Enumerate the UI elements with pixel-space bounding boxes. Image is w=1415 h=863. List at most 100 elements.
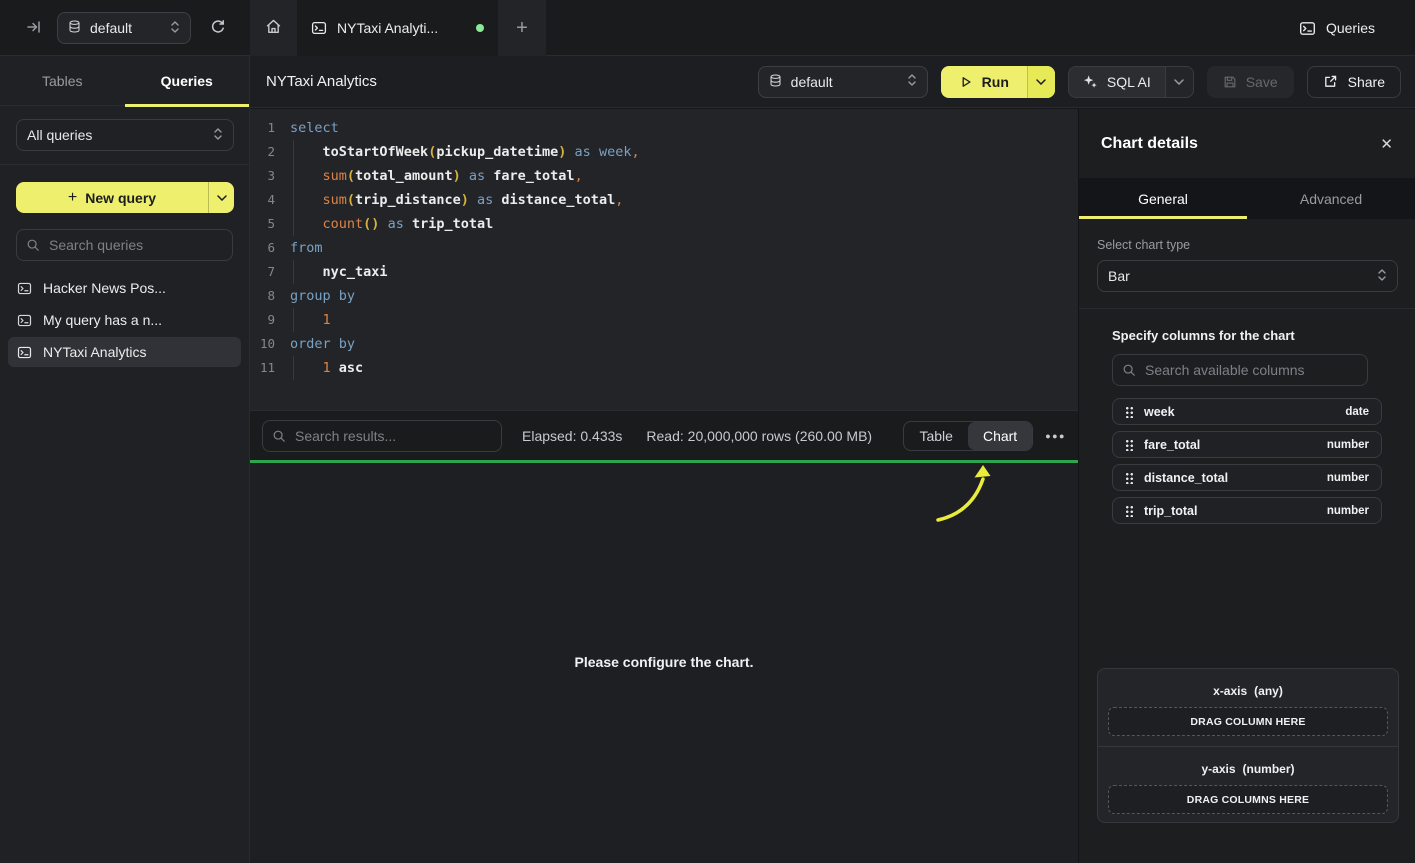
code-line: 4 sum(trip_distance) as distance_total,	[250, 188, 1078, 212]
sidebar-tab-tables[interactable]: Tables	[0, 56, 125, 105]
sql-ai-button[interactable]: SQL AI	[1068, 66, 1194, 98]
home-icon	[265, 18, 282, 38]
database-icon	[68, 20, 81, 36]
code-line: 1select	[250, 116, 1078, 140]
topbar-database-selector[interactable]: default	[57, 12, 191, 44]
sidebar: Tables Queries All queries + New query	[0, 56, 250, 863]
x-axis-constraint: (any)	[1254, 684, 1283, 698]
home-button[interactable]	[250, 0, 297, 56]
code-line: 7 nyc_taxi	[250, 260, 1078, 284]
panel-header: Chart details ✕	[1079, 109, 1415, 178]
column-row-trip-total[interactable]: trip_total number	[1112, 497, 1382, 524]
sql-editor[interactable]: 1select2 toStartOfWeek(pickup_datetime) …	[250, 109, 1078, 410]
new-query-label: New query	[85, 190, 156, 206]
search-queries-input[interactable]	[16, 229, 233, 261]
line-number: 9	[250, 308, 284, 332]
y-axis-drop-hint: DRAG COLUMNS HERE	[1187, 794, 1309, 806]
results-search	[262, 420, 502, 452]
share-icon	[1323, 74, 1338, 89]
y-axis-title: y-axis(number)	[1108, 757, 1388, 776]
column-row-distance-total[interactable]: distance_total number	[1112, 464, 1382, 491]
sidebar-tabs: Tables Queries	[0, 56, 249, 106]
results-more-button[interactable]: ●●●	[1045, 431, 1066, 441]
close-icon[interactable]: ✕	[1380, 135, 1393, 153]
tab-strip: NYTaxi Analyti... +	[250, 0, 546, 56]
line-number: 8	[250, 284, 284, 308]
refresh-icon	[210, 19, 226, 38]
column-name: fare_total	[1144, 438, 1200, 452]
share-label: Share	[1348, 74, 1385, 90]
column-row-week[interactable]: week date	[1112, 398, 1382, 425]
run-button[interactable]: Run	[941, 66, 1055, 98]
chart-type-label: Select chart type	[1097, 238, 1397, 252]
line-number: 3	[250, 164, 284, 188]
run-label: Run	[982, 74, 1009, 90]
drag-handle-icon[interactable]	[1125, 439, 1133, 451]
drag-handle-icon[interactable]	[1125, 472, 1133, 484]
sidebar-tab-queries-label: Queries	[161, 73, 213, 89]
chart-view-tab[interactable]: Chart	[968, 422, 1032, 450]
new-tab-button[interactable]: +	[498, 0, 546, 56]
collapse-sidebar-button[interactable]	[18, 12, 50, 44]
new-query-dropdown-button[interactable]	[208, 182, 234, 213]
terminal-icon	[17, 345, 32, 360]
column-name: distance_total	[1144, 471, 1228, 485]
column-name: trip_total	[1144, 504, 1197, 518]
line-number: 4	[250, 188, 284, 212]
tab-advanced-label: Advanced	[1300, 191, 1362, 207]
code-line: 6from	[250, 236, 1078, 260]
tab-general[interactable]: General	[1079, 178, 1247, 219]
x-axis-dropzone[interactable]: DRAG COLUMN HERE	[1108, 707, 1388, 736]
code-line: 10order by	[250, 332, 1078, 356]
y-axis-label: y-axis	[1201, 762, 1235, 776]
column-type: number	[1327, 505, 1369, 517]
queries-shortcut-button[interactable]: Queries	[1299, 0, 1375, 56]
sidebar-tab-queries[interactable]: Queries	[125, 56, 250, 105]
code-line: 8group by	[250, 284, 1078, 308]
column-row-fare-total[interactable]: fare_total number	[1112, 431, 1382, 458]
line-number: 11	[250, 356, 284, 380]
column-type: number	[1327, 472, 1369, 484]
save-label: Save	[1246, 74, 1278, 90]
table-view-tab[interactable]: Table	[904, 422, 967, 450]
save-button[interactable]: Save	[1207, 66, 1294, 98]
x-axis-section: x-axis (any) DRAG COLUMN HERE	[1098, 669, 1398, 746]
chart-details-panel: Chart details ✕ General Advanced Select …	[1078, 109, 1415, 863]
sql-ai-label: SQL AI	[1107, 74, 1151, 90]
elapsed-time: Elapsed: 0.433s	[522, 428, 622, 444]
drag-handle-icon[interactable]	[1125, 406, 1133, 418]
query-list-item[interactable]: My query has a n...	[8, 305, 241, 335]
code-line: 2 toStartOfWeek(pickup_datetime) as week…	[250, 140, 1078, 164]
query-filter-selector[interactable]: All queries	[16, 119, 234, 151]
query-list-item[interactable]: Hacker News Pos...	[8, 273, 241, 303]
line-number: 6	[250, 236, 284, 260]
x-axis-label: x-axis	[1213, 684, 1247, 698]
chart-empty-message: Please configure the chart.	[250, 654, 1078, 670]
share-button[interactable]: Share	[1307, 66, 1401, 98]
drag-handle-icon[interactable]	[1125, 505, 1133, 517]
run-dropdown-button[interactable]	[1027, 66, 1055, 98]
query-list: Hacker News Pos... My query has a n... N…	[8, 273, 241, 367]
query-list-item-selected[interactable]: NYTaxi Analytics	[8, 337, 241, 367]
query-header: NYTaxi Analytics default Run	[250, 56, 1415, 108]
view-toggle: Table Chart	[903, 421, 1033, 451]
code-line: 3 sum(total_amount) as fare_total,	[250, 164, 1078, 188]
line-number: 5	[250, 212, 284, 236]
header-database-selector[interactable]: default	[758, 66, 928, 98]
search-columns-input[interactable]	[1112, 354, 1368, 386]
chart-canvas-area: Please configure the chart.	[250, 463, 1078, 863]
header-actions: default Run	[758, 66, 1401, 98]
search-results-input[interactable]	[262, 420, 502, 452]
new-query-button[interactable]: + New query	[16, 182, 234, 213]
chart-type-selector[interactable]: Bar	[1097, 260, 1398, 292]
tab-nytaxi-analytics[interactable]: NYTaxi Analyti...	[297, 0, 498, 56]
tab-advanced[interactable]: Advanced	[1247, 178, 1415, 219]
code-line: 11 1 asc	[250, 356, 1078, 380]
panel-tabs: General Advanced	[1079, 178, 1415, 219]
chart-type-value: Bar	[1108, 268, 1130, 284]
sql-ai-dropdown-button[interactable]	[1165, 67, 1193, 97]
y-axis-dropzone[interactable]: DRAG COLUMNS HERE	[1108, 785, 1388, 814]
columns-section-label: Specify columns for the chart	[1112, 328, 1382, 343]
rows-read-stats: Read: 20,000,000 rows (260.00 MB)	[646, 428, 872, 444]
refresh-button[interactable]	[202, 12, 234, 44]
